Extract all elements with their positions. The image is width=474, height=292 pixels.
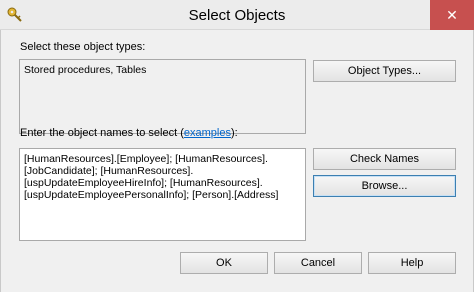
object-types-label: Select these object types: [20,41,146,53]
examples-link[interactable]: examples [184,127,231,139]
window-title: Select Objects [188,7,286,24]
object-types-button[interactable]: Object Types... [313,60,456,82]
cancel-button[interactable]: Cancel [274,252,362,274]
ok-button[interactable]: OK [180,252,268,274]
close-icon: ✕ [446,6,458,23]
check-names-button[interactable]: Check Names [313,148,456,170]
object-names-input[interactable]: [HumanResources].[Employee]; [HumanResou… [19,148,306,241]
dialog-body: Select these object types: Stored proced… [0,30,474,292]
object-names-label: Enter the object names to select (exampl… [20,127,238,139]
title-bar: Select Objects ✕ [0,0,474,30]
object-names-label-prefix: Enter the object names to select ( [20,127,184,139]
browse-button[interactable]: Browse... [313,175,456,197]
close-button[interactable]: ✕ [430,0,474,30]
object-names-label-suffix: ): [230,127,238,139]
object-types-field: Stored procedures, Tables [19,59,306,134]
help-button[interactable]: Help [368,252,456,274]
